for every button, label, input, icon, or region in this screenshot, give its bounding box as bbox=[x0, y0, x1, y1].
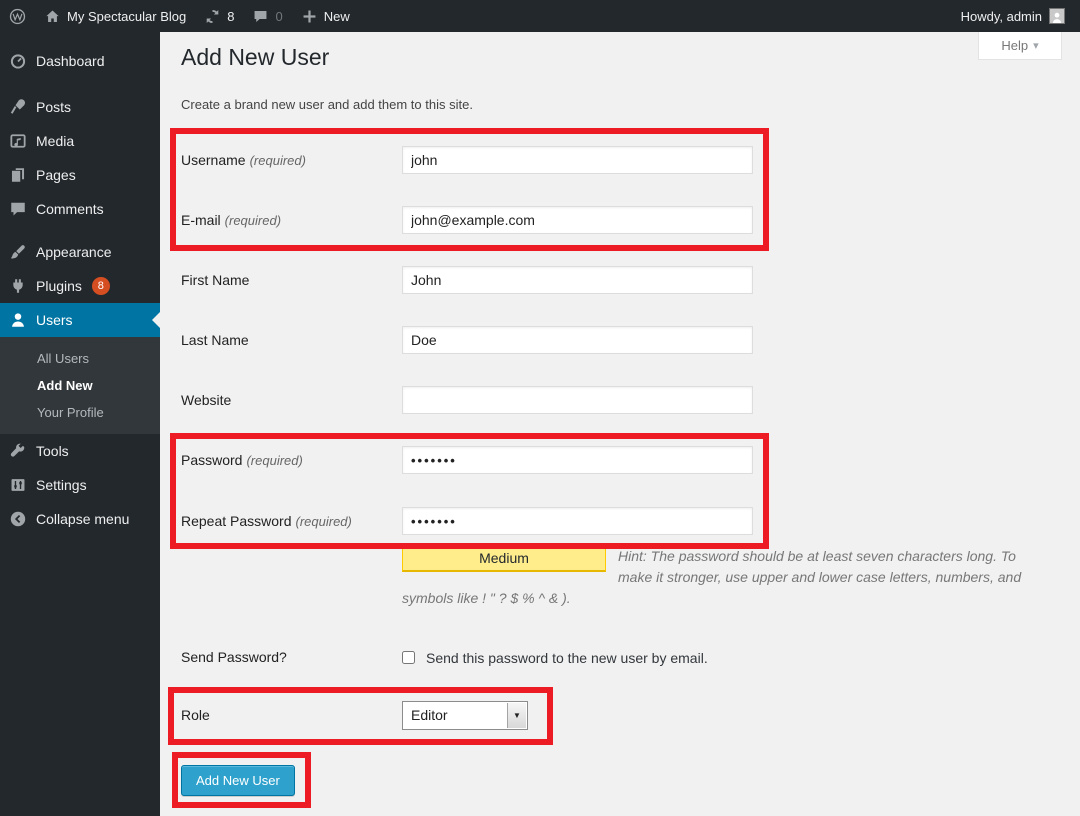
user-icon bbox=[9, 311, 27, 329]
first-name-input[interactable] bbox=[402, 266, 753, 294]
sidebar-item-label: Media bbox=[36, 133, 74, 149]
sidebar-item-label: Comments bbox=[36, 201, 104, 217]
username-input[interactable] bbox=[402, 146, 753, 174]
wordpress-admin-page: My Spectacular Blog 8 0 New Howdy, admin bbox=[0, 0, 1080, 816]
sidebar-item-comments[interactable]: Comments bbox=[0, 192, 160, 226]
send-password-checkbox-label: Send this password to the new user by em… bbox=[426, 650, 708, 666]
comment-count: 0 bbox=[275, 9, 282, 24]
plugin-icon bbox=[9, 277, 27, 295]
role-selected-value: Editor bbox=[411, 702, 448, 729]
sidebar-item-collapse-menu[interactable]: Collapse menu bbox=[0, 502, 160, 536]
comment-bubble-icon bbox=[9, 200, 27, 218]
wordpress-logo-icon bbox=[9, 8, 26, 25]
howdy-text: Howdy, admin bbox=[961, 9, 1042, 24]
update-count: 8 bbox=[227, 9, 234, 24]
sidebar-item-pages[interactable]: Pages bbox=[0, 158, 160, 192]
submenu-all-users[interactable]: All Users bbox=[0, 345, 160, 372]
submenu-your-profile[interactable]: Your Profile bbox=[0, 399, 160, 426]
sidebar-item-media[interactable]: Media bbox=[0, 124, 160, 158]
sidebar-item-settings[interactable]: Settings bbox=[0, 468, 160, 502]
password-strength-meter: Medium bbox=[402, 546, 606, 572]
username-label: Username(required) bbox=[181, 146, 306, 175]
media-icon bbox=[9, 132, 27, 150]
update-icon bbox=[204, 8, 221, 25]
sidebar-item-label: Collapse menu bbox=[36, 511, 129, 527]
repeat-password-label: Repeat Password(required) bbox=[181, 507, 352, 536]
password-label: Password(required) bbox=[181, 446, 303, 475]
email-input[interactable] bbox=[402, 206, 753, 234]
last-name-input[interactable] bbox=[402, 326, 753, 354]
page-subtitle: Create a brand new user and add them to … bbox=[181, 97, 473, 112]
required-note: (required) bbox=[296, 514, 352, 529]
required-note: (required) bbox=[225, 213, 281, 228]
select-arrow-icon bbox=[507, 703, 526, 728]
sidebar-item-tools[interactable]: Tools bbox=[0, 434, 160, 468]
sidebar-item-posts[interactable]: Posts bbox=[0, 90, 160, 124]
admin-sidebar: Dashboard Posts Media Pages Comments bbox=[0, 32, 160, 816]
add-new-user-button[interactable]: Add New User bbox=[181, 765, 295, 796]
repeat-password-input[interactable] bbox=[402, 507, 753, 535]
settings-sliders-icon bbox=[9, 476, 27, 494]
sidebar-item-label: Settings bbox=[36, 477, 87, 493]
new-content-link[interactable]: New bbox=[292, 0, 359, 32]
website-input[interactable] bbox=[402, 386, 753, 414]
admin-bar: My Spectacular Blog 8 0 New Howdy, admin bbox=[0, 0, 1080, 32]
avatar bbox=[1049, 8, 1065, 24]
users-submenu: All Users Add New Your Profile bbox=[0, 337, 160, 434]
comments-link[interactable]: 0 bbox=[243, 0, 291, 32]
password-strength-area: Medium Hint: The password should be at l… bbox=[402, 546, 1034, 609]
sidebar-item-label: Posts bbox=[36, 99, 71, 115]
sidebar-item-label: Tools bbox=[36, 443, 69, 459]
first-name-label: First Name bbox=[181, 266, 249, 294]
comment-icon bbox=[252, 8, 269, 25]
required-note: (required) bbox=[246, 453, 302, 468]
sidebar-item-dashboard[interactable]: Dashboard bbox=[0, 44, 160, 78]
pages-icon bbox=[9, 166, 27, 184]
email-label: E-mail(required) bbox=[181, 206, 281, 235]
dashboard-icon bbox=[9, 52, 27, 70]
password-input[interactable] bbox=[402, 446, 753, 474]
site-name-link[interactable]: My Spectacular Blog bbox=[35, 0, 195, 32]
sidebar-item-label: Pages bbox=[36, 167, 76, 183]
sidebar-item-label: Dashboard bbox=[36, 53, 105, 69]
sidebar-item-label: Appearance bbox=[36, 244, 112, 260]
my-account-link[interactable]: Howdy, admin bbox=[952, 0, 1074, 32]
sidebar-item-users[interactable]: Users bbox=[0, 303, 160, 337]
plugins-update-badge: 8 bbox=[92, 277, 110, 295]
last-name-label: Last Name bbox=[181, 326, 249, 354]
required-note: (required) bbox=[250, 153, 306, 168]
sidebar-item-label: Plugins bbox=[36, 278, 82, 294]
help-button[interactable]: Help bbox=[978, 32, 1062, 60]
collapse-arrow-icon bbox=[9, 510, 27, 528]
send-password-label: Send Password? bbox=[181, 643, 287, 671]
send-password-checkbox[interactable] bbox=[402, 651, 415, 664]
updates-link[interactable]: 8 bbox=[195, 0, 243, 32]
sidebar-item-plugins[interactable]: Plugins 8 bbox=[0, 269, 160, 303]
site-name: My Spectacular Blog bbox=[67, 9, 186, 24]
role-label: Role bbox=[181, 701, 210, 730]
sidebar-item-label: Users bbox=[36, 312, 73, 328]
new-label: New bbox=[324, 9, 350, 24]
plus-icon bbox=[301, 8, 318, 25]
role-select[interactable]: Editor bbox=[402, 701, 528, 730]
pushpin-icon bbox=[9, 98, 27, 116]
website-label: Website bbox=[181, 386, 231, 414]
wrench-icon bbox=[9, 442, 27, 460]
paintbrush-icon bbox=[9, 243, 27, 261]
sidebar-item-appearance[interactable]: Appearance bbox=[0, 235, 160, 269]
wordpress-menu[interactable] bbox=[0, 0, 35, 32]
page-title: Add New User bbox=[181, 44, 329, 71]
home-icon bbox=[44, 8, 61, 25]
submenu-add-new[interactable]: Add New bbox=[0, 372, 160, 399]
